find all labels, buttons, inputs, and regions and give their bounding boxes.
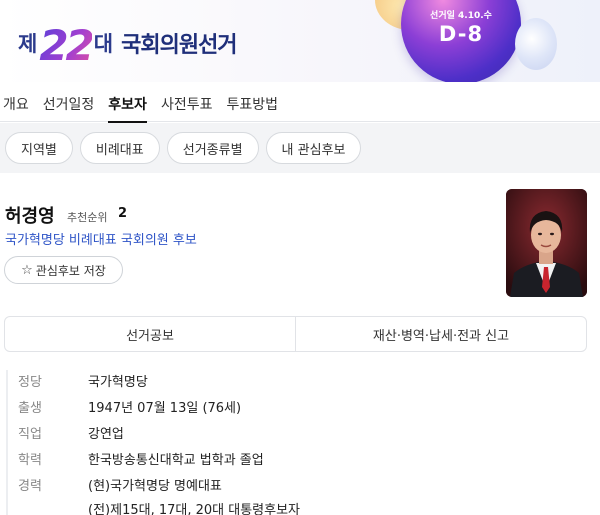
election-title: 국회의원선거 [121,33,237,58]
tab-schedule[interactable]: 선거일정 [36,84,102,122]
career-item: (현)국가혁명당 명예대표 [88,479,222,494]
dday-counter: D-8 [438,22,484,46]
candidate-subtabs: 선거공보 재산·병역·납세·전과 신고 [4,316,587,352]
party-label: 정당 [18,375,42,390]
tab-voting-method[interactable]: 투표방법 [219,84,285,122]
career-label: 경력 [18,479,42,494]
save-interest-label: 관심후보 저장 [35,263,106,278]
logo-prefix: 제 [18,32,38,56]
birth-label: 출생 [18,401,42,416]
tab-overview[interactable]: 개요 [0,84,36,122]
filter-bar: 지역별 비례대표 선거종류별 내 관심후보 [0,123,600,173]
info-row-party: 정당 국가혁명당 [18,370,300,396]
candidate-info: 정당 국가혁명당 출생 1947년 07월 13일 (76세) 직업 강연업 학… [6,370,300,515]
candidate-name: 허경영 [5,206,55,227]
star-icon: ☆ [21,262,33,278]
job-value: 강연업 [88,427,124,442]
logo-suffix: 대 [93,32,114,56]
job-label: 직업 [18,427,42,442]
filter-proportional[interactable]: 비례대표 [79,132,160,164]
main-tabs: 개요 선거일정 후보자 사전투표 투표방법 [0,84,600,123]
tab-candidates[interactable]: 후보자 [101,84,154,123]
info-row-career: 경력 (현)국가혁명당 명예대표 (전)제15대, 17대, 20대 대통령후보… [18,474,300,515]
election-logo[interactable]: 제 22 대 국회의원선거 [18,18,238,70]
candidate-portrait-icon [506,189,587,297]
education-value: 한국방송통신대학교 법학과 졸업 [88,453,264,468]
filter-by-election-type[interactable]: 선거종류별 [166,132,259,164]
tab-campaign-bulletin[interactable]: 선거공보 [5,317,295,351]
filter-by-region[interactable]: 지역별 [5,132,73,164]
party-value: 국가혁명당 [88,375,148,390]
tab-early-voting[interactable]: 사전투표 [154,84,220,122]
rank-value: 2 [118,206,128,221]
education-label: 학력 [18,453,42,468]
rank-label: 추천순위 [67,211,108,224]
election-banner: 선거일 4.10.수 D-8 제 22 대 국회의원선거 [0,0,600,82]
tab-disclosure[interactable]: 재산·병역·납세·전과 신고 [295,317,586,351]
filter-my-candidates[interactable]: 내 관심후보 [265,132,362,164]
election-date-label: 선거일 4.10.수 [430,11,492,21]
career-values: (현)국가혁명당 명예대표 (전)제15대, 17대, 20대 대통령후보자 [88,475,300,515]
career-item: (전)제15대, 17대, 20대 대통령후보자 [88,503,300,515]
birth-value: 1947년 07월 13일 (76세) [88,401,242,416]
candidate-photo [506,189,587,297]
info-row-job: 직업 강연업 [18,422,300,448]
save-interest-button[interactable]: ☆ 관심후보 저장 [4,256,123,284]
decor-orb-white [515,18,557,70]
logo-number: 22 [39,21,94,70]
info-row-birth: 출생 1947년 07월 13일 (76세) [18,396,300,422]
info-row-education: 학력 한국방송통신대학교 법학과 졸업 [18,448,300,474]
candidate-party-line[interactable]: 국가혁명당 비례대표 국회의원 후보 [5,229,197,248]
